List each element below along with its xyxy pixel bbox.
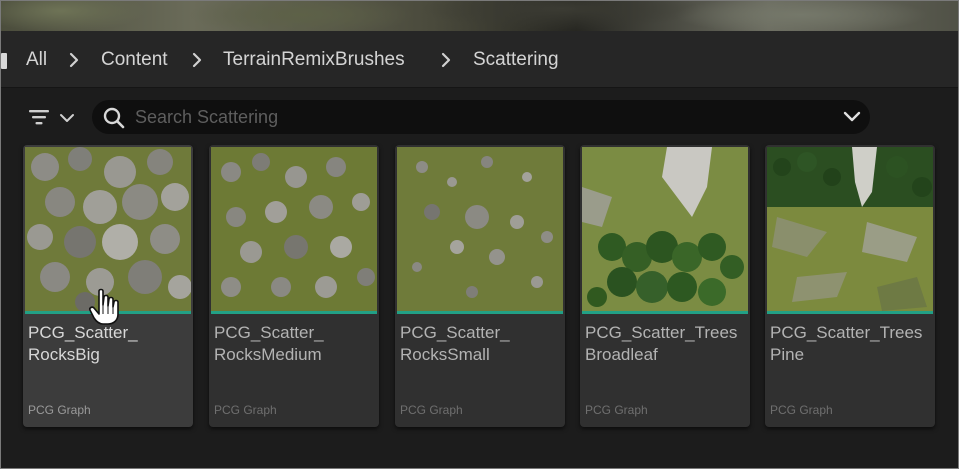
asset-tile-pcg-scatter-trees-pine[interactable]: PCG_Scatter_Trees Pine PCG Graph — [765, 145, 935, 427]
asset-type-label: PCG Graph — [770, 403, 833, 417]
viewport-preview — [1, 1, 958, 31]
asset-tile-pcg-scatter-rocksbig[interactable]: PCG_Scatter_ RocksBig PCG Graph — [23, 145, 193, 427]
search-input[interactable] — [135, 104, 815, 130]
search-options-chevron-down-icon[interactable] — [842, 108, 862, 126]
asset-type-color-strip — [25, 311, 191, 314]
asset-thumbnail — [25, 147, 191, 311]
asset-thumbnail — [211, 147, 377, 311]
breadcrumb: All Content TerrainRemixBrushes Scatteri… — [1, 31, 958, 88]
asset-type-color-strip — [211, 311, 377, 314]
asset-name: PCG_Scatter_Trees Broadleaf — [585, 323, 738, 364]
breadcrumb-item-scattering[interactable]: Scattering — [473, 49, 559, 71]
asset-type-color-strip — [397, 311, 563, 314]
asset-type-label: PCG Graph — [585, 403, 648, 417]
asset-name: PCG_Scatter_ RocksSmall — [400, 323, 510, 364]
asset-name: PCG_Scatter_ RocksMedium — [214, 323, 324, 364]
asset-type-color-strip — [767, 311, 933, 314]
search-icon — [103, 107, 125, 129]
breadcrumb-item-all[interactable]: All — [26, 49, 47, 71]
chevron-right-icon — [441, 52, 451, 68]
asset-type-color-strip — [582, 311, 748, 314]
content-browser-panel: All Content TerrainRemixBrushes Scatteri… — [1, 31, 958, 468]
breadcrumb-item-content[interactable]: Content — [101, 49, 168, 71]
chevron-right-icon — [192, 52, 202, 68]
filter-icon — [29, 110, 49, 125]
chevron-right-icon — [69, 52, 79, 68]
filter-button[interactable] — [27, 105, 79, 129]
search-box — [92, 100, 870, 134]
panel-grip-handle[interactable] — [1, 53, 7, 69]
asset-tile-pcg-scatter-rocksmedium[interactable]: PCG_Scatter_ RocksMedium PCG Graph — [209, 145, 379, 427]
asset-thumbnail — [397, 147, 563, 311]
asset-name: PCG_Scatter_Trees Pine — [770, 323, 923, 364]
breadcrumb-item-terrainremixbrushes[interactable]: TerrainRemixBrushes — [223, 49, 405, 71]
asset-tile-pcg-scatter-trees-broadleaf[interactable]: PCG_Scatter_Trees Broadleaf PCG Graph — [580, 145, 750, 427]
asset-thumbnail — [767, 147, 933, 311]
asset-type-label: PCG Graph — [214, 403, 277, 417]
asset-tile-pcg-scatter-rockssmall[interactable]: PCG_Scatter_ RocksSmall PCG Graph — [395, 145, 565, 427]
asset-type-label: PCG Graph — [400, 403, 463, 417]
chevron-down-icon — [60, 114, 74, 122]
asset-thumbnail — [582, 147, 748, 311]
toolbar — [1, 87, 958, 145]
asset-name: PCG_Scatter_ RocksBig — [28, 323, 138, 364]
content-browser-window: All Content TerrainRemixBrushes Scatteri… — [0, 0, 959, 469]
asset-type-label: PCG Graph — [28, 403, 91, 417]
